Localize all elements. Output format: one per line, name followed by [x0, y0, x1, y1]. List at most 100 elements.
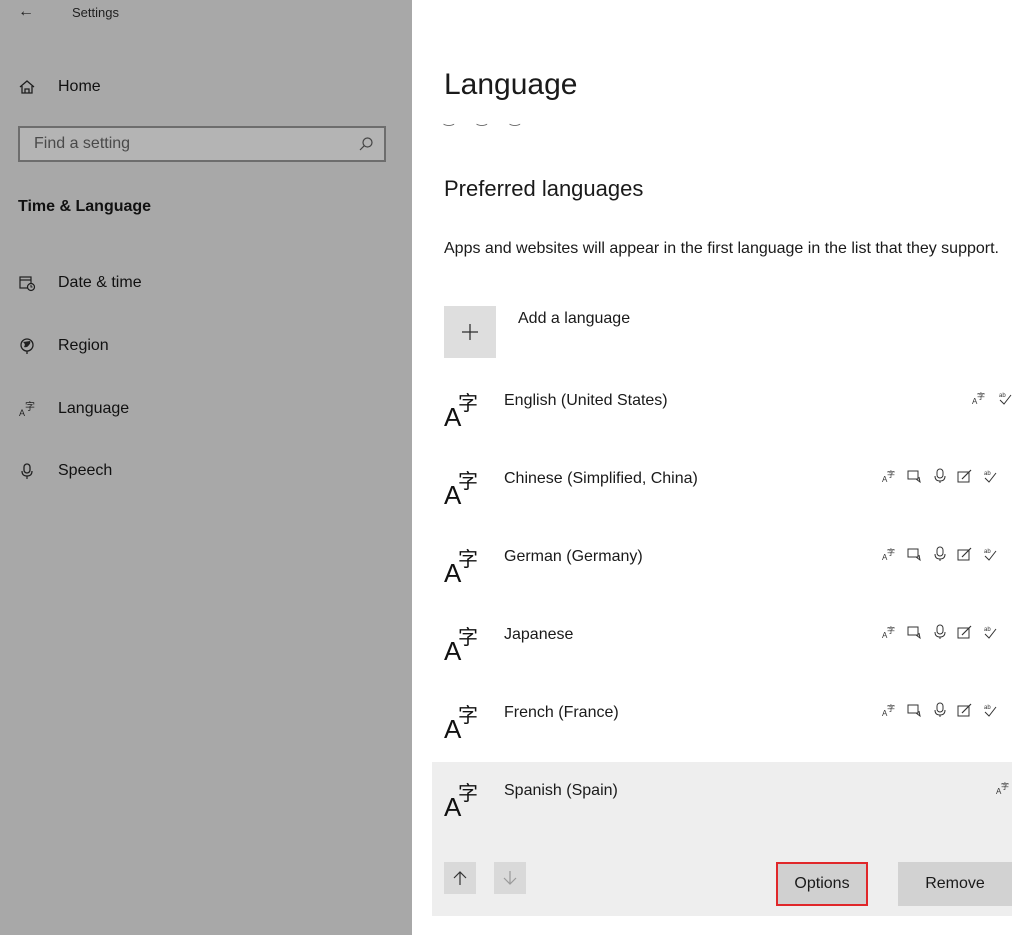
svg-text:字: 字 — [458, 547, 478, 571]
svg-text:字: 字 — [887, 547, 895, 557]
svg-text:字: 字 — [458, 469, 478, 493]
section-heading: Preferred languages — [444, 176, 644, 201]
language-name: German (Germany) — [504, 548, 643, 565]
text-to-speech-icon — [907, 548, 921, 562]
search-input[interactable] — [20, 134, 358, 154]
sidebar-item-label: Language — [58, 400, 130, 417]
spelling-icon: ab — [999, 393, 1012, 405]
language-name: Japanese — [504, 626, 574, 643]
home-nav-item[interactable]: Home — [18, 72, 101, 102]
sidebar-item-date-time[interactable]: Date & time — [18, 268, 142, 298]
back-arrow-icon[interactable]: ← — [18, 3, 42, 21]
spelling-icon: ab — [984, 627, 997, 639]
display-language-icon: A字 — [996, 781, 1009, 796]
section-title: Time & Language — [18, 198, 152, 215]
svg-text:字: 字 — [458, 781, 478, 805]
language-features: A字 ab — [882, 624, 998, 640]
language-item-japanese[interactable]: A 字 Japanese A字 ab — [444, 620, 1012, 680]
sidebar: ← Settings Home Time & Language Date & t… — [0, 0, 412, 935]
svg-text:字: 字 — [887, 703, 895, 713]
language-name: English (United States) — [504, 392, 668, 409]
svg-text:ab: ab — [984, 471, 991, 477]
speech-icon — [934, 624, 946, 639]
handwriting-icon — [957, 625, 972, 639]
title-bar: ← Settings — [18, 0, 119, 24]
language-glyph-icon: A 字 — [444, 781, 478, 822]
page-title: Language — [444, 68, 578, 101]
display-language-icon: A字 — [972, 391, 985, 406]
sidebar-item-label: Date & time — [58, 274, 142, 291]
language-glyph-icon: A 字 — [444, 391, 478, 432]
options-button[interactable]: Options — [776, 862, 868, 906]
move-down-button[interactable] — [494, 862, 526, 894]
home-label: Home — [58, 78, 101, 95]
language-features: A字 ab — [882, 468, 998, 484]
arrow-down-icon — [503, 871, 517, 885]
text-to-speech-icon — [907, 626, 921, 640]
language-glyph-icon: A 字 — [444, 469, 478, 510]
handwriting-icon — [957, 547, 972, 561]
handwriting-icon — [957, 469, 972, 483]
language-item-english[interactable]: A 字 English (United States) A字 ab — [444, 386, 1012, 446]
remove-button[interactable]: Remove — [898, 862, 1012, 906]
language-item-spanish[interactable]: A 字 Spanish (Spain) A字 — [444, 776, 1012, 836]
language-features: A字 ab — [882, 546, 998, 562]
display-language-icon: A字 — [882, 469, 895, 484]
add-language-label: Add a language — [518, 310, 631, 327]
svg-text:ab: ab — [984, 705, 991, 711]
add-language-button[interactable]: Add a language — [444, 306, 630, 358]
search-box[interactable] — [18, 126, 386, 162]
language-glyph-icon: A 字 — [444, 547, 478, 588]
language-icon: A 字 — [19, 400, 35, 418]
text-to-speech-icon — [907, 704, 921, 718]
handwriting-icon — [957, 703, 972, 717]
language-item-german[interactable]: A 字 German (Germany) A字 ab — [444, 542, 1012, 602]
svg-text:ab: ab — [999, 393, 1006, 399]
microphone-icon — [21, 463, 33, 479]
calendar-clock-icon — [19, 276, 36, 292]
add-box[interactable] — [444, 306, 496, 358]
display-language-icon: A字 — [882, 703, 895, 718]
sidebar-item-region[interactable]: Region — [18, 331, 109, 361]
speech-icon — [934, 468, 946, 483]
language-name: Spanish (Spain) — [504, 782, 618, 799]
language-name: Chinese (Simplified, China) — [504, 470, 698, 487]
language-name: French (France) — [504, 704, 619, 721]
speech-icon — [934, 546, 946, 561]
sidebar-item-label: Region — [58, 337, 109, 354]
language-item-french[interactable]: A 字 French (France) A字 ab — [444, 698, 1012, 758]
display-language-icon: A字 — [882, 547, 895, 562]
svg-text:字: 字 — [1001, 781, 1009, 791]
svg-text:ab: ab — [984, 627, 991, 633]
language-item-chinese[interactable]: A 字 Chinese (Simplified, China) A字 ab — [444, 464, 1012, 524]
spelling-icon: ab — [984, 549, 997, 561]
arrow-up-icon — [453, 871, 467, 885]
language-glyph-icon: A 字 — [444, 625, 478, 666]
sidebar-item-language[interactable]: A 字 Language — [18, 394, 129, 424]
main-content: Language ‿ ‿ ‿ Preferred languages Apps … — [412, 0, 1012, 935]
language-features: A字 ab — [882, 702, 998, 718]
app-title: Settings — [72, 4, 119, 20]
globe-icon — [20, 338, 34, 354]
svg-text:字: 字 — [458, 703, 478, 727]
svg-text:字: 字 — [887, 469, 895, 479]
language-features: A字 — [996, 780, 1012, 796]
svg-text:ab: ab — [984, 549, 991, 555]
text-to-speech-icon — [907, 470, 921, 484]
sidebar-item-label: Speech — [58, 462, 113, 479]
description-text: Apps and websites will appear in the fir… — [444, 240, 999, 257]
home-icon — [19, 80, 35, 94]
svg-text:字: 字 — [887, 625, 895, 635]
move-up-button[interactable] — [444, 862, 476, 894]
search-icon[interactable] — [358, 136, 374, 152]
svg-text:字: 字 — [458, 625, 478, 649]
display-language-icon: A字 — [882, 625, 895, 640]
spelling-icon: ab — [984, 705, 997, 717]
sidebar-item-speech[interactable]: Speech — [18, 456, 112, 486]
truncated-line: ‿ ‿ ‿ — [444, 112, 530, 126]
svg-text:字: 字 — [25, 400, 35, 413]
speech-icon — [934, 702, 946, 717]
svg-text:字: 字 — [458, 391, 478, 415]
svg-text:字: 字 — [977, 391, 985, 401]
spelling-icon: ab — [984, 471, 997, 483]
